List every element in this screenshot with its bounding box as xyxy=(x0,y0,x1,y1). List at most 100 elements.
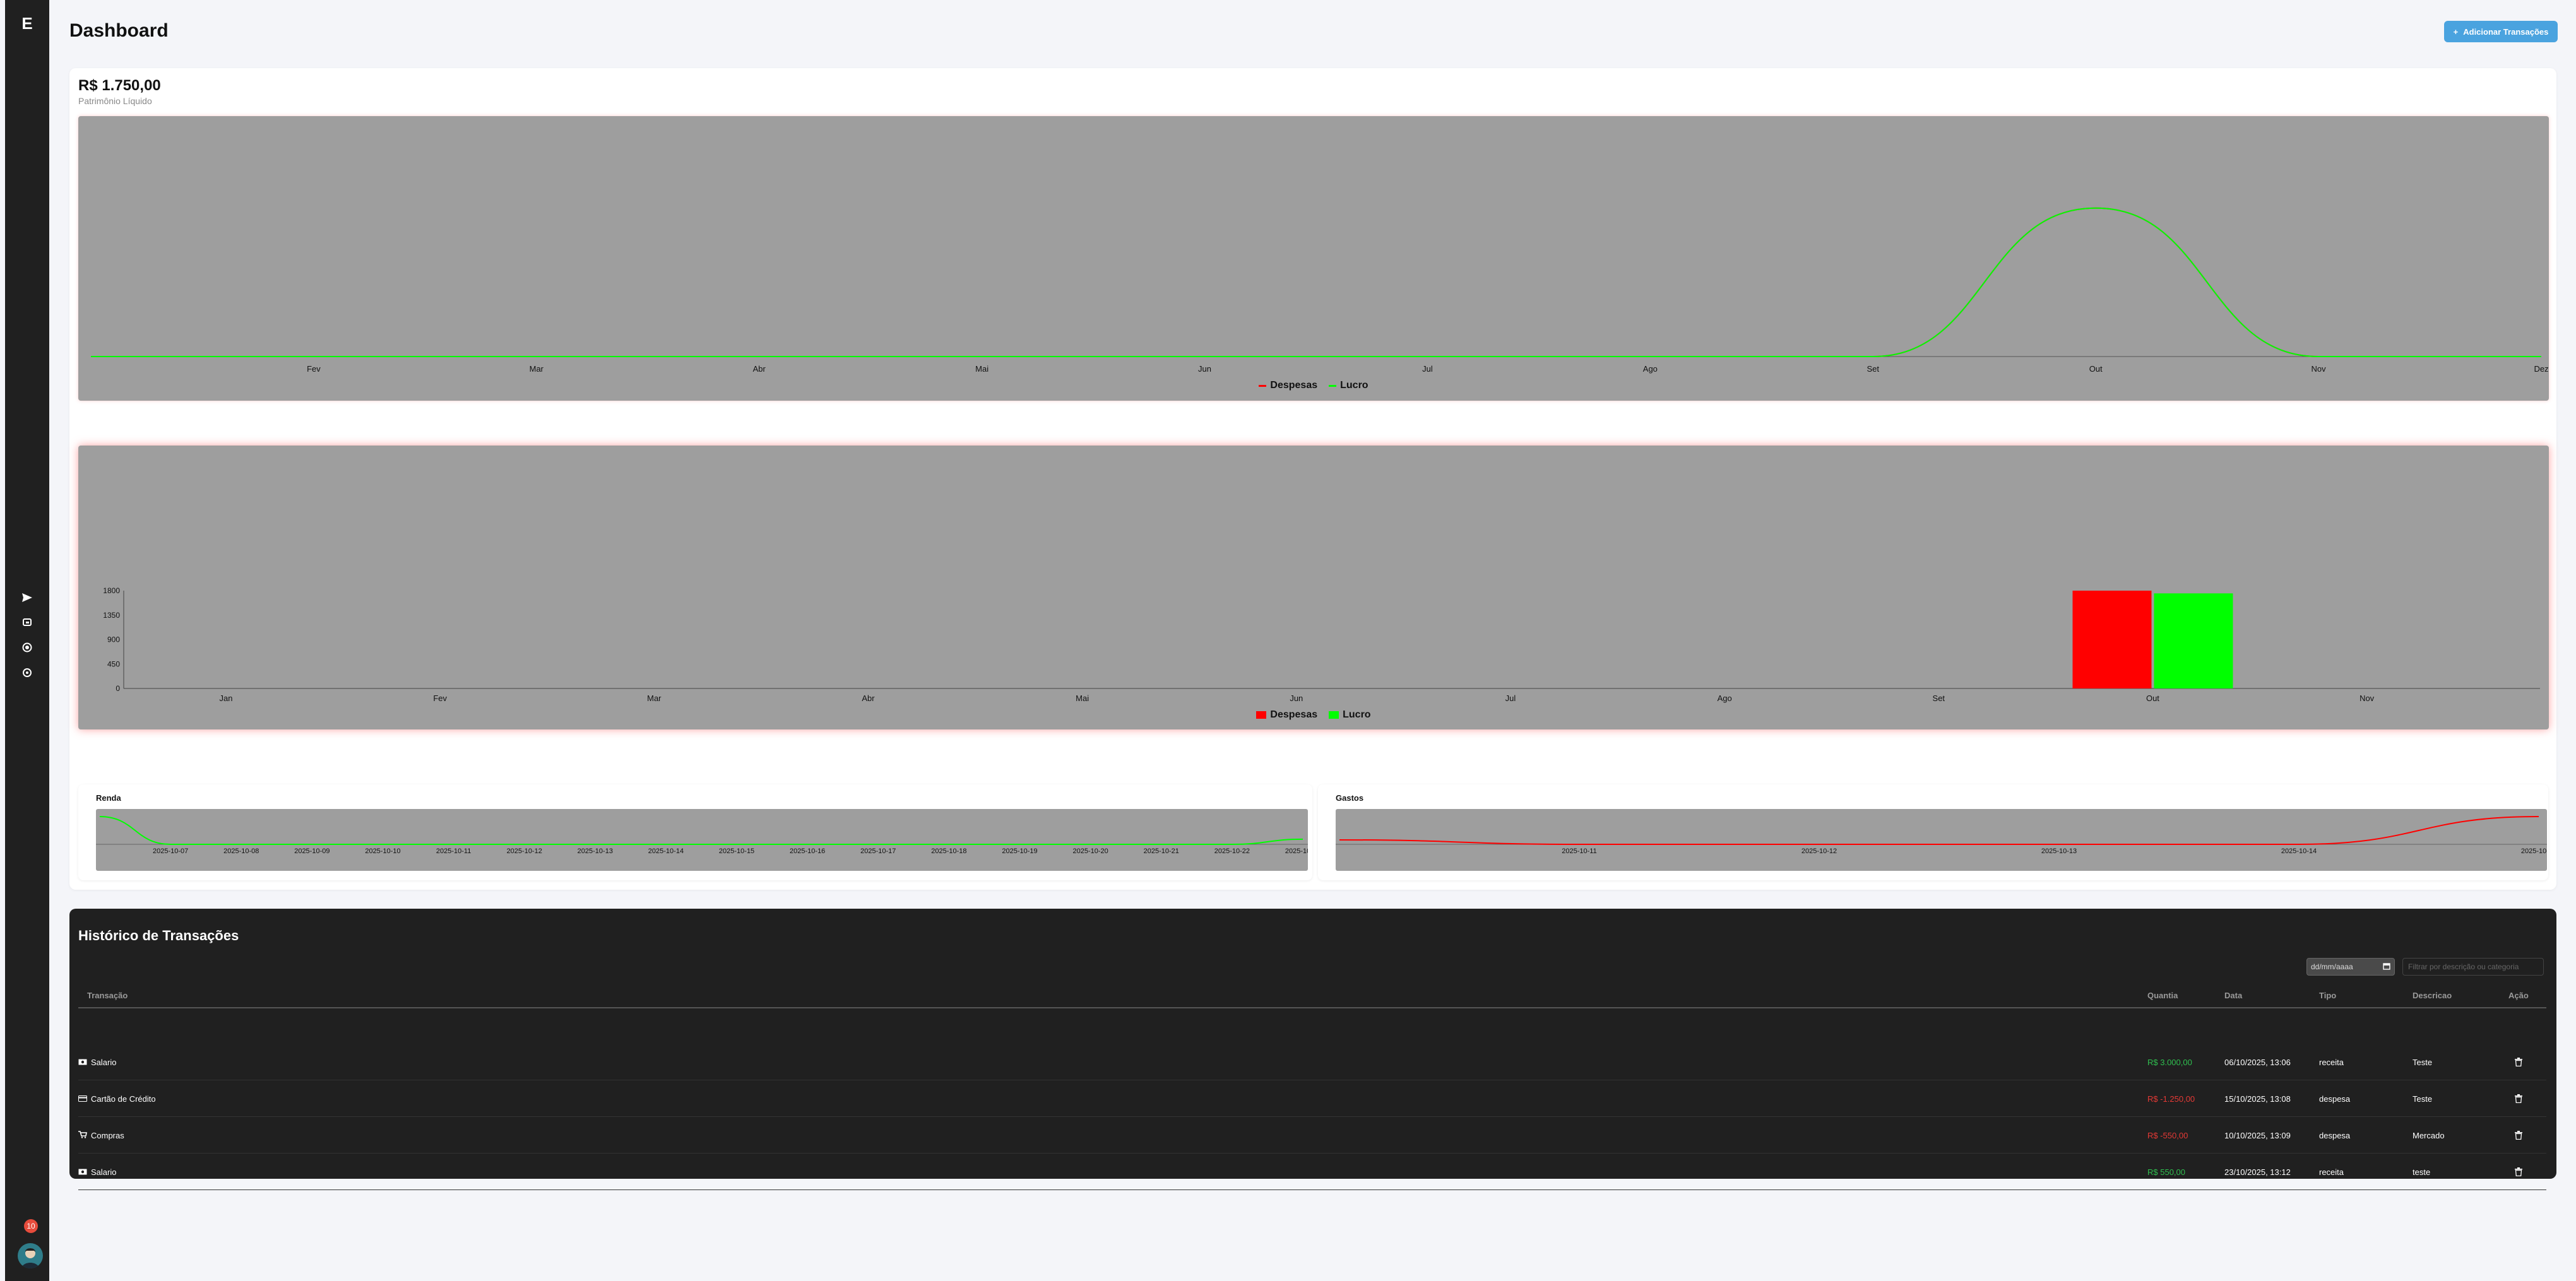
y-tick-label: 1350 xyxy=(103,611,120,620)
income-chart: 2025-10-07 2025-10-08 2025-10-09 2025-10-10… xyxy=(96,809,1308,871)
delete-icon[interactable] xyxy=(2515,1044,2522,1080)
transaction-description: teste xyxy=(2413,1167,2431,1177)
line-chart-legend: Despesas Lucro xyxy=(78,380,2549,391)
x-tick-label: Abr xyxy=(753,364,766,374)
settings-icon[interactable] xyxy=(5,663,49,682)
x-tick-label: Ago xyxy=(1718,694,1732,703)
x-tick-label: 2025-10-07 xyxy=(153,847,188,855)
notification-badge[interactable]: 10 xyxy=(24,1219,38,1233)
x-tick-label: Nov xyxy=(2359,694,2375,703)
x-tick-label: 2025-10-12 xyxy=(507,847,542,855)
send-icon[interactable] xyxy=(5,588,49,607)
legend-swatch-lucro xyxy=(1329,384,1337,387)
legend-swatch-despesas xyxy=(1256,711,1267,719)
header-divider xyxy=(78,1007,2546,1008)
expenses-chart: 2025-10-11 2025-10-12 2025-10-13 2025-10-14… xyxy=(1336,809,2547,871)
expenses-card: Gastos 2025-10-11 2025-10-12 2025-10-13 202… xyxy=(1318,784,2548,880)
series-line-lucro xyxy=(91,207,2541,357)
legend-item-lucro[interactable]: Lucro xyxy=(1329,380,1368,391)
x-tick-label: 2025-10-10 xyxy=(365,847,400,855)
delete-icon[interactable] xyxy=(2515,1154,2522,1190)
target-icon[interactable] xyxy=(5,638,49,657)
bar-chart-legend: Despesas Lucro xyxy=(78,709,2549,721)
legend-item-despesas[interactable]: Despesas xyxy=(1259,380,1317,391)
x-tick-label: Nov xyxy=(2312,364,2327,374)
legend-label-lucro: Lucro xyxy=(1343,709,1371,720)
x-tick-label: Jun xyxy=(1198,364,1211,374)
legend-swatch-despesas xyxy=(1259,384,1267,387)
x-tick-label: 2025-10-15 xyxy=(2521,847,2547,855)
x-tick-label: Jan xyxy=(220,694,233,703)
table-row[interactable]: Cartão de Crédito R$ -1.250,00 15/10/2025,… xyxy=(78,1080,2546,1117)
x-tick-label: Ago xyxy=(1643,364,1658,374)
app-logo: E xyxy=(21,14,33,33)
column-header-acao: Ação xyxy=(2508,991,2529,1000)
transaction-name: Cartão de Crédito xyxy=(91,1094,156,1104)
column-header-transacao: Transação xyxy=(87,991,128,1000)
transaction-name: Salario xyxy=(91,1057,117,1067)
table-row[interactable]: Salario R$ 550,00 23/10/2025, 13:12 receita… xyxy=(78,1154,2546,1190)
x-tick-label: Dez xyxy=(2534,364,2548,374)
column-header-data: Data xyxy=(2224,991,2243,1000)
transaction-type: despesa xyxy=(2319,1130,2351,1140)
y-tick-label: 900 xyxy=(107,635,120,644)
transaction-name-cell: Compras xyxy=(78,1117,124,1154)
money-icon xyxy=(78,1167,87,1177)
x-tick-label: Fev xyxy=(307,364,321,374)
transaction-amount: R$ -550,00 xyxy=(2147,1130,2188,1140)
date-filter-input[interactable]: dd/mm/aaaa xyxy=(2306,958,2395,976)
transaction-amount: R$ 550,00 xyxy=(2147,1167,2185,1177)
add-transaction-button[interactable]: + Adicionar Transações xyxy=(2444,21,2558,42)
wallet-icon[interactable] xyxy=(5,613,49,632)
table-row[interactable]: Compras R$ -550,00 10/10/2025, 13:09 despes… xyxy=(78,1117,2546,1154)
transaction-description: Teste xyxy=(2413,1057,2433,1067)
avatar[interactable] xyxy=(18,1243,43,1268)
search-input[interactable] xyxy=(2402,958,2544,976)
x-tick-label: Out xyxy=(2146,694,2159,703)
x-tick-label: Set xyxy=(1933,694,1945,703)
delete-icon[interactable] xyxy=(2515,1080,2522,1117)
transaction-type: receita xyxy=(2319,1167,2344,1177)
transaction-type: receita xyxy=(2319,1057,2344,1067)
x-tick-label: 2025-10-14 xyxy=(648,847,684,855)
table-row[interactable]: Salario R$ 3.000,00 06/10/2025, 13:06 recei… xyxy=(78,1044,2546,1080)
page-title: Dashboard xyxy=(69,20,169,41)
legend-swatch-lucro xyxy=(1329,711,1339,719)
x-tick-label: 2025-10-12 xyxy=(1801,847,1837,855)
transaction-name-cell: Salario xyxy=(78,1154,116,1190)
column-header-descricao: Descricao xyxy=(2413,991,2452,1000)
x-tick-label: 2025-10-19 xyxy=(1002,847,1037,855)
x-tick-label: 2025-10-08 xyxy=(223,847,259,855)
x-tick-label: Mar xyxy=(647,694,662,703)
sidebar: E 10 xyxy=(5,0,49,1281)
bar-lucro-out[interactable] xyxy=(2154,593,2233,688)
transaction-date: 06/10/2025, 13:06 xyxy=(2224,1057,2291,1067)
bar-despesas-out[interactable] xyxy=(2072,591,2152,688)
legend-label-lucro: Lucro xyxy=(1340,380,1368,391)
cart-icon xyxy=(78,1130,87,1140)
x-tick-label: 2025-10-11 xyxy=(1562,847,1596,855)
legend-item-despesas[interactable]: Despesas xyxy=(1256,709,1317,721)
add-transaction-label: Adicionar Transações xyxy=(2463,27,2549,37)
legend-item-lucro[interactable]: Lucro xyxy=(1329,709,1371,721)
transaction-amount: R$ -1.250,00 xyxy=(2147,1094,2195,1104)
transaction-name: Compras xyxy=(91,1130,124,1140)
x-tick-label: 2025-10-09 xyxy=(294,847,329,855)
y-tick-label: 1800 xyxy=(103,586,120,595)
legend-label-despesas: Despesas xyxy=(1270,380,1318,391)
x-tick-label: Fev xyxy=(433,694,447,703)
x-tick-label: 2025-10-15 xyxy=(719,847,754,855)
x-tick-label: Mai xyxy=(975,364,988,374)
y-tick-label: 450 xyxy=(107,659,120,668)
calendar-icon[interactable] xyxy=(2383,962,2390,972)
delete-icon[interactable] xyxy=(2515,1117,2522,1154)
transaction-description: Mercado xyxy=(2413,1130,2445,1140)
money-icon xyxy=(78,1058,87,1067)
x-tick-label: 2025-10-17 xyxy=(860,847,896,855)
transaction-name-cell: Salario xyxy=(78,1044,116,1080)
transaction-description: Teste xyxy=(2413,1094,2433,1104)
net-worth-value: R$ 1.750,00 xyxy=(78,77,161,94)
transaction-name: Salario xyxy=(91,1167,117,1177)
income-card: Renda 2025-10-07 2025-10-08 2025-10-09 2025… xyxy=(78,784,1312,880)
column-header-quantia: Quantia xyxy=(2147,991,2178,1000)
